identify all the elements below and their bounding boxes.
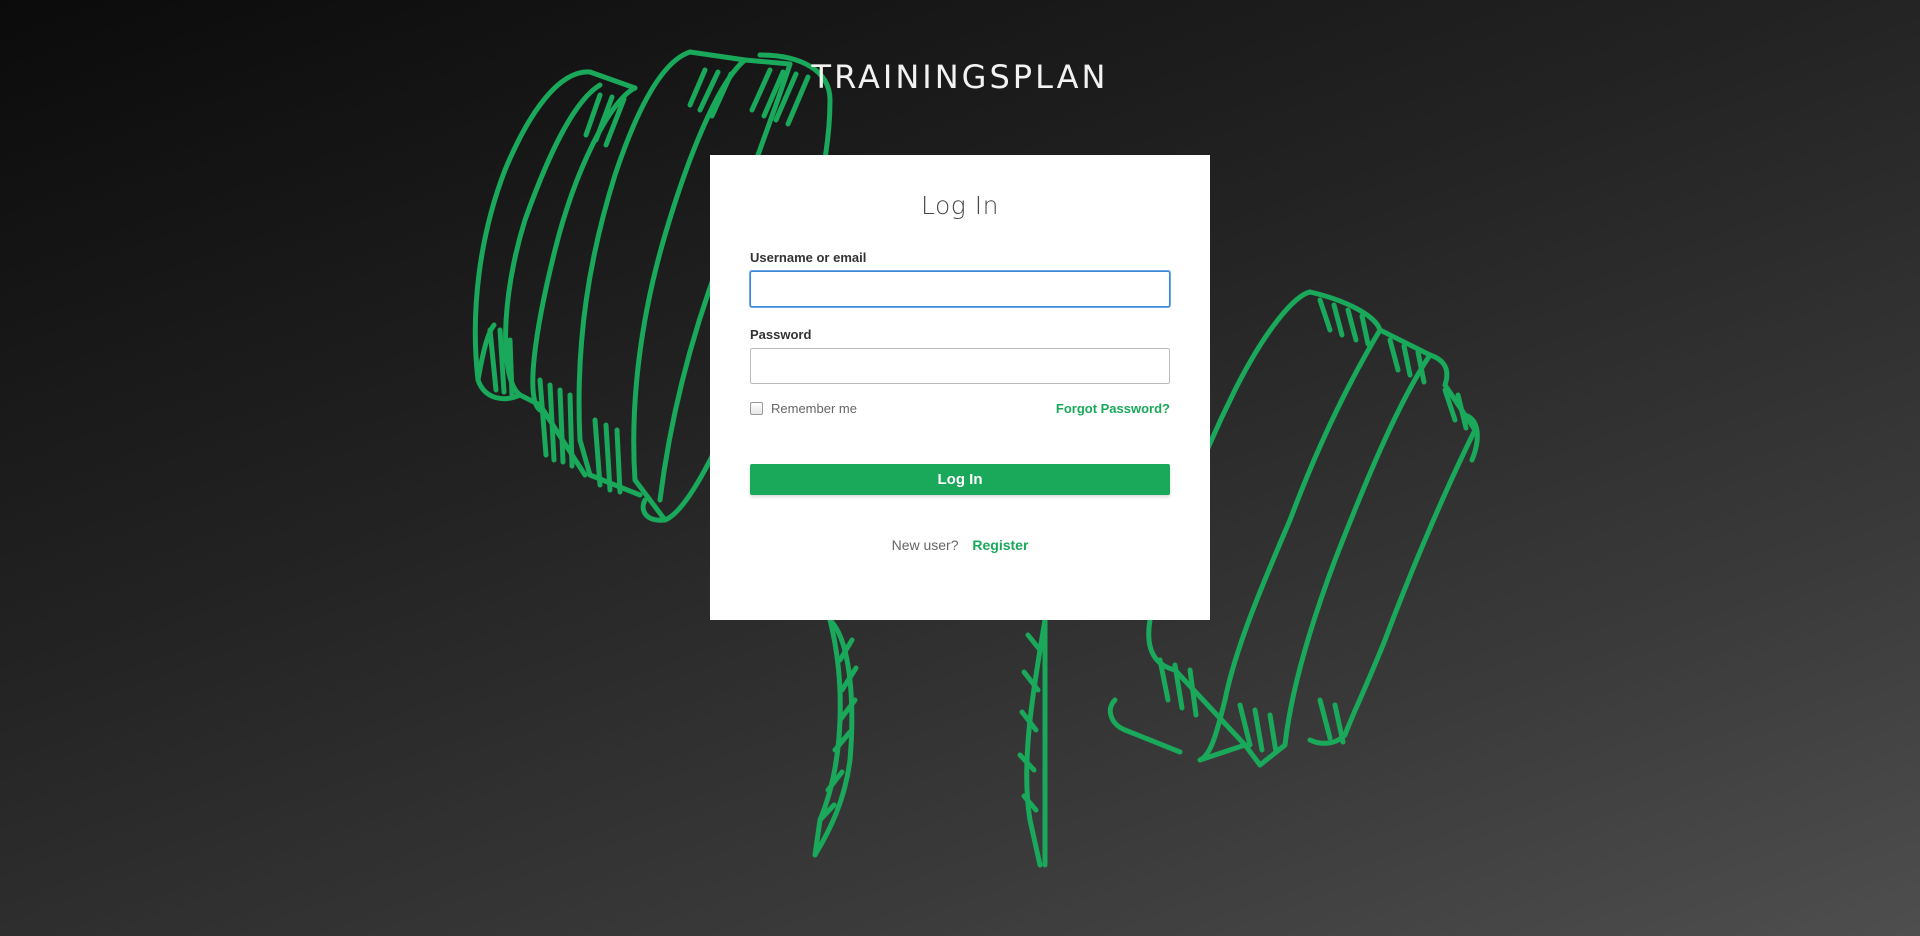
forgot-password-link[interactable]: Forgot Password? <box>1056 401 1170 416</box>
login-options-row: Remember me Forgot Password? <box>750 398 1170 418</box>
register-row: New user? Register <box>750 537 1170 553</box>
username-label: Username or email <box>750 250 867 265</box>
login-card: Log In Username or email Password Rememb… <box>710 155 1210 620</box>
login-button[interactable]: Log In <box>750 464 1170 495</box>
register-link[interactable]: Register <box>972 537 1028 553</box>
password-input[interactable] <box>750 348 1170 384</box>
remember-me: Remember me <box>750 401 857 416</box>
password-label: Password <box>750 327 812 342</box>
remember-me-checkbox[interactable] <box>750 401 763 415</box>
username-field-group: Username or email <box>750 250 1170 307</box>
remember-me-label: Remember me <box>771 400 857 416</box>
app-title: TRAININGSPLAN <box>811 58 1109 96</box>
username-input[interactable] <box>750 271 1170 307</box>
password-field-group: Password <box>750 327 1170 384</box>
new-user-text: New user? <box>891 537 959 553</box>
login-heading: Log In <box>921 191 999 220</box>
